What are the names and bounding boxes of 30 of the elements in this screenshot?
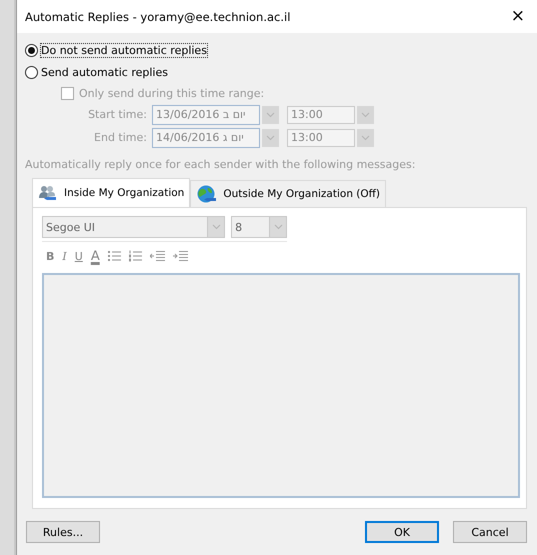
dropdown-button[interactable] bbox=[262, 128, 279, 146]
chevron-icon bbox=[212, 224, 221, 230]
dropdown-button[interactable] bbox=[262, 106, 279, 124]
chevron-icon bbox=[266, 112, 275, 118]
info-text: Automatically reply once for each sender with the following messages: bbox=[25, 158, 416, 173]
dialog-button[interactable]: OK bbox=[365, 521, 439, 543]
chevron-icon bbox=[361, 112, 370, 118]
numbered-list-icon[interactable] bbox=[128, 250, 142, 262]
chevron-icon bbox=[274, 224, 282, 230]
dropdown-button[interactable] bbox=[357, 128, 374, 146]
dialog-button[interactable]: Cancel bbox=[453, 521, 527, 543]
chevron-icon bbox=[361, 134, 370, 140]
dialog-button[interactable]: Rules... bbox=[26, 521, 100, 543]
radio-button[interactable] bbox=[25, 44, 38, 56]
radio-label[interactable]: Do not send automatic replies bbox=[41, 44, 207, 56]
outdent-icon[interactable] bbox=[150, 250, 165, 262]
tab[interactable]: Inside My Organization bbox=[32, 178, 190, 207]
bullet-list-icon[interactable] bbox=[108, 250, 121, 262]
tab[interactable]: Outside My Organization (Off) bbox=[190, 180, 386, 207]
indent-icon[interactable] bbox=[172, 250, 188, 262]
dropdown-button[interactable] bbox=[357, 106, 374, 124]
close-button[interactable]: × bbox=[510, 8, 525, 25]
radio-button[interactable] bbox=[25, 66, 38, 78]
chevron-icon bbox=[266, 134, 275, 140]
field-label: End time: bbox=[93, 131, 147, 144]
globe-icon bbox=[196, 184, 218, 204]
field-label: Start time: bbox=[87, 108, 147, 121]
radio-label[interactable]: Send automatic replies bbox=[41, 66, 168, 78]
people-icon bbox=[38, 184, 58, 202]
window-title: Automatic Replies - yoramy@ee.technion.ac.il bbox=[25, 10, 290, 24]
